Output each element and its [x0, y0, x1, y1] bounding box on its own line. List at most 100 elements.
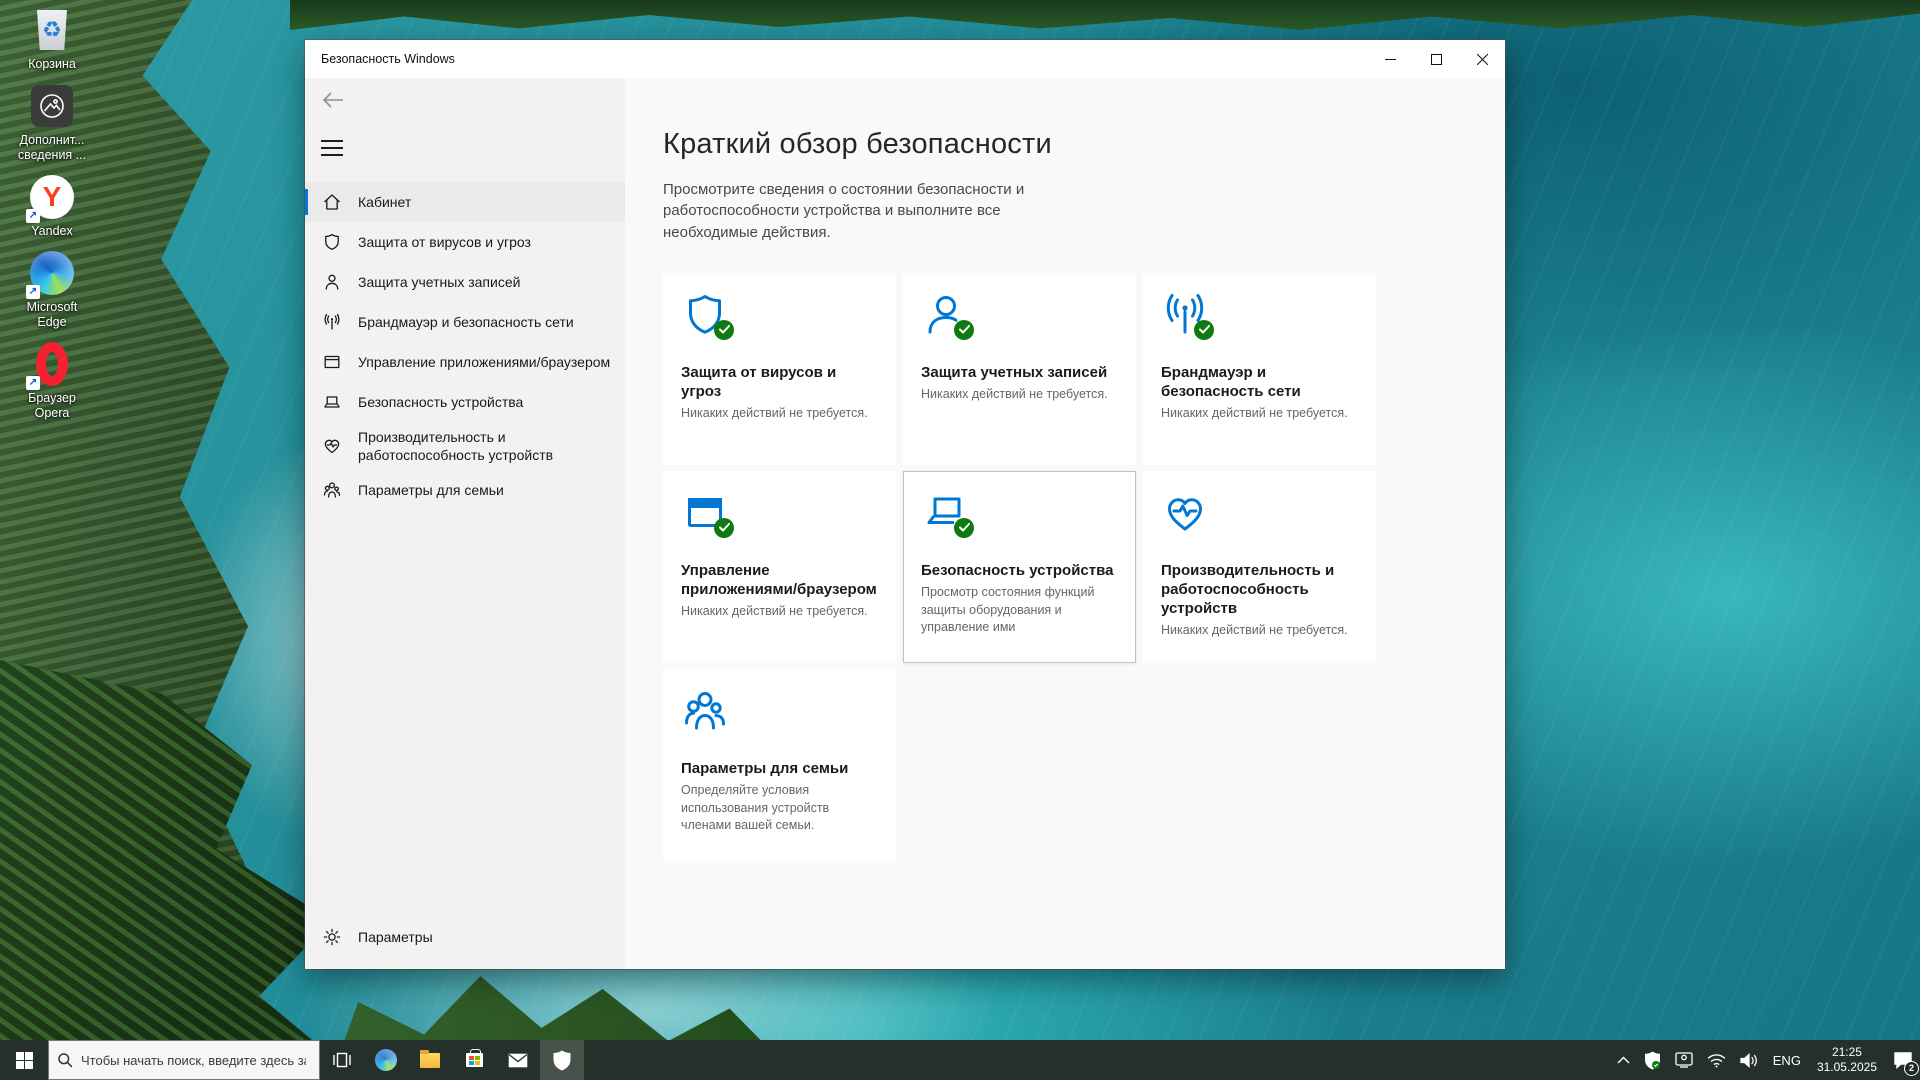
device-tray-icon [1675, 1052, 1693, 1068]
titlebar[interactable]: Безопасность Windows [305, 40, 1505, 78]
person-icon [921, 291, 974, 340]
card-device-security[interactable]: Безопасность устройства Просмотр состоян… [903, 470, 1136, 663]
sidebar-item-label: Управление приложениями/браузером [358, 353, 611, 370]
desktop-icon-label: Yandex [31, 223, 73, 238]
card-firewall[interactable]: Брандмауэр и безопасность сети Никаких д… [1143, 272, 1376, 465]
clock-time: 21:25 [1831, 1045, 1862, 1059]
sidebar-item-label: Кабинет [358, 193, 412, 210]
settings-label: Параметры [358, 929, 433, 945]
taskbar-explorer-button[interactable] [408, 1040, 452, 1080]
notification-count-badge: 2 [1904, 1061, 1919, 1076]
check-badge-icon [954, 319, 974, 340]
desktop-icons: ♻ Корзина Дополнит... сведения ... Y ↗ Y… [10, 6, 94, 422]
card-status: Никаких действий не требуется. [681, 604, 868, 619]
sidebar-item-device-health[interactable]: Производительность и работоспособность у… [305, 422, 625, 470]
card-description: Определяйте условия использования устрой… [681, 783, 830, 833]
taskbar-search[interactable] [48, 1040, 320, 1080]
wifi-icon [1707, 1053, 1725, 1067]
sidebar-item-account-protection[interactable]: Защита учетных записей [305, 262, 625, 302]
taskbar-mail-button[interactable] [496, 1040, 540, 1080]
start-button[interactable] [0, 1040, 48, 1080]
close-button[interactable] [1459, 40, 1505, 78]
shortcut-arrow-icon: ↗ [26, 284, 40, 299]
card-title: Управление приложениями/браузером [681, 561, 877, 599]
security-cards: Защита от вирусов и угроз Никаких действ… [663, 272, 1505, 861]
sidebar-item-label: Производительность и работоспособность у… [358, 429, 554, 464]
app-window-icon [324, 355, 340, 369]
action-center-button[interactable]: 2 [1886, 1040, 1920, 1080]
window-body: Кабинет Защита от вирусов и угроз Защита… [305, 78, 1505, 969]
search-icon [58, 1053, 73, 1068]
task-view-button[interactable] [320, 1040, 364, 1080]
taskbar-edge-button[interactable] [364, 1040, 408, 1080]
desktop-icon-recycle-bin[interactable]: ♻ Корзина [10, 6, 94, 73]
windows-security-icon [553, 1050, 571, 1070]
shield-icon [325, 233, 339, 250]
tray-chevron-up[interactable] [1610, 1040, 1637, 1080]
menu-button[interactable] [321, 140, 343, 156]
desktop-icon-edge[interactable]: ↗ Microsoft Edge [10, 249, 94, 331]
gear-icon [323, 928, 341, 946]
family-icon [323, 482, 341, 499]
search-input[interactable] [81, 1052, 306, 1068]
tray-device[interactable] [1668, 1040, 1700, 1080]
tray-clock[interactable]: 21:25 31.05.2025 [1808, 1040, 1886, 1080]
maximize-button[interactable] [1413, 40, 1459, 78]
laptop-icon [324, 396, 340, 408]
sidebar-item-app-browser-control[interactable]: Управление приложениями/браузером [305, 342, 625, 382]
sidebar: Кабинет Защита от вирусов и угроз Защита… [305, 78, 625, 969]
tray-security-shield[interactable] [1637, 1040, 1668, 1080]
desktop-icon-yandex[interactable]: Y ↗ Yandex [10, 173, 94, 240]
desktop-icon-additional-info[interactable]: Дополнит... сведения ... [10, 82, 94, 164]
family-icon [681, 687, 729, 735]
taskbar-store-button[interactable] [452, 1040, 496, 1080]
sidebar-item-label: Безопасность устройства [358, 393, 524, 410]
volume-icon [1740, 1052, 1757, 1068]
shortcut-arrow-icon: ↗ [26, 208, 40, 223]
sidebar-item-label: Параметры для семьи [358, 482, 504, 499]
card-status: Никаких действий не требуется. [681, 406, 868, 421]
opera-icon [36, 341, 68, 386]
taskbar-windows-security-button[interactable] [540, 1040, 584, 1080]
card-status: Никаких действий не требуется. [1161, 406, 1348, 421]
card-status: Никаких действий не требуется. [921, 387, 1108, 402]
card-virus-protection[interactable]: Защита от вирусов и угроз Никаких действ… [663, 272, 896, 465]
desktop-icon-opera[interactable]: ↗ Браузер Opera [10, 340, 94, 422]
sidebar-item-label: Защита от вирусов и угроз [358, 233, 531, 250]
desktop-icon-label: Браузер Opera [28, 390, 76, 421]
card-account-protection[interactable]: Защита учетных записей Никаких действий … [903, 272, 1136, 465]
chevron-up-icon [1617, 1056, 1630, 1064]
tray-wifi[interactable] [1700, 1040, 1733, 1080]
sidebar-item-virus-protection[interactable]: Защита от вирусов и угроз [305, 222, 625, 262]
desktop-icon-label: Корзина [28, 57, 76, 71]
sidebar-item-home[interactable]: Кабинет [305, 182, 625, 222]
sidebar-item-firewall[interactable]: Брандмауэр и безопасность сети [305, 302, 625, 342]
card-device-health[interactable]: Производительность и работоспособность у… [1143, 470, 1376, 663]
check-badge-icon [714, 319, 734, 340]
back-button[interactable] [321, 90, 349, 112]
card-family-options[interactable]: Параметры для семьи Определяйте условия … [663, 668, 896, 861]
card-title: Брандмауэр и безопасность сети [1161, 363, 1301, 401]
task-view-icon [333, 1052, 351, 1068]
system-tray: ENG 21:25 31.05.2025 2 [1610, 1040, 1920, 1080]
additional-info-icon [31, 84, 73, 127]
tray-language[interactable]: ENG [1766, 1040, 1808, 1080]
mail-icon [508, 1053, 528, 1067]
check-badge-icon [1194, 319, 1214, 340]
tray-volume[interactable] [1733, 1040, 1766, 1080]
desktop: ♻ Корзина Дополнит... сведения ... Y ↗ Y… [0, 0, 1920, 1080]
sidebar-nav: Кабинет Защита от вирусов и угроз Защита… [305, 182, 625, 510]
heart-pulse-icon [324, 439, 340, 454]
window-controls [1367, 40, 1505, 78]
sidebar-item-family-options[interactable]: Параметры для семьи [305, 470, 625, 510]
home-icon [324, 194, 340, 210]
card-app-browser-control[interactable]: Управление приложениями/браузером Никаки… [663, 470, 896, 663]
shortcut-arrow-icon: ↗ [26, 375, 40, 390]
windows-security-window: Безопасность Windows Кабинет Защита от в… [305, 40, 1505, 969]
minimize-button[interactable] [1367, 40, 1413, 78]
heart-pulse-icon [1161, 489, 1209, 537]
sidebar-item-device-security[interactable]: Безопасность устройства [305, 382, 625, 422]
sidebar-item-settings[interactable]: Параметры [305, 917, 625, 957]
shield-icon [681, 291, 734, 340]
card-title: Безопасность устройства [921, 561, 1114, 579]
